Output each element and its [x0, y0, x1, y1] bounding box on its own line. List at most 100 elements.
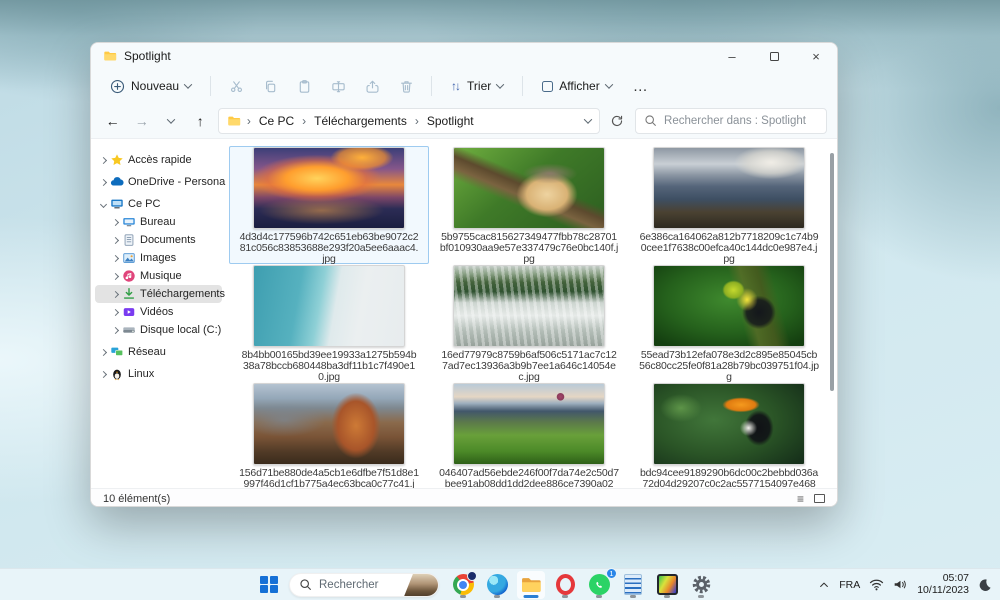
sidebar-item-telechargements[interactable]: Téléchargements — [95, 285, 222, 303]
desktop-icon — [122, 215, 136, 229]
rename-button[interactable] — [323, 73, 353, 99]
sidebar-item-videos[interactable]: Vidéos — [95, 303, 222, 321]
trash-icon — [399, 79, 414, 94]
sidebar-item-images[interactable]: Images — [95, 249, 222, 267]
sidebar-item-label: Disque local (C:) — [140, 324, 221, 336]
chevron-right-icon — [100, 370, 107, 377]
file-item[interactable]: 6e386ca164062a812b7718209c1c74b90cee1f76… — [629, 146, 829, 264]
file-thumbnail-monkey — [453, 147, 605, 229]
item-count: 10 élément(s) — [103, 493, 170, 505]
sidebar-item-acces-rapide[interactable]: Accès rapide — [95, 151, 222, 169]
refresh-icon — [610, 114, 624, 128]
recent-locations-button[interactable] — [159, 109, 182, 133]
file-item[interactable]: bdc94cee9189290b6dc00c2bebbd036a72d04d29… — [629, 382, 829, 488]
chevron-down-icon — [604, 80, 612, 88]
do-not-disturb-moon-icon[interactable] — [978, 578, 992, 592]
more-options-button[interactable]: … — [625, 78, 657, 95]
file-item[interactable]: 156d71be880de4a5cb1e6dfbe7f51d8e1997f46d… — [229, 382, 429, 488]
file-explorer-icon — [520, 574, 542, 596]
file-item[interactable]: 5b9755cac815627349477fbb78c28701bf010930… — [429, 146, 629, 264]
taskbar-chrome[interactable] — [449, 571, 477, 599]
sidebar-item-disque-local[interactable]: Disque local (C:) — [95, 321, 222, 339]
sidebar-item-label: OneDrive - Personal — [128, 176, 226, 188]
paste-button[interactable] — [289, 73, 319, 99]
folder-icon — [227, 114, 241, 128]
taskbar-opera[interactable] — [551, 571, 579, 599]
chevron-right-icon — [112, 218, 119, 225]
back-button[interactable]: ← — [101, 109, 124, 133]
minimize-button[interactable]: – — [711, 43, 753, 69]
edge-icon — [487, 574, 508, 595]
address-dropdown-chevron-icon[interactable] — [584, 115, 592, 123]
share-button[interactable] — [357, 73, 387, 99]
view-button[interactable]: Afficher — [533, 74, 620, 98]
chevron-right-icon — [100, 348, 107, 355]
sidebar-item-label: Téléchargements — [140, 288, 225, 300]
running-indicator — [596, 595, 602, 598]
cut-button[interactable] — [221, 73, 251, 99]
file-item[interactable]: 16ed77979c8759b6af506c5171ac7c127ad7ec13… — [429, 264, 629, 382]
divider — [431, 76, 432, 96]
search-box[interactable] — [635, 108, 827, 134]
hidden-icons-chevron-icon[interactable] — [818, 579, 830, 591]
language-indicator[interactable]: FRA — [839, 579, 860, 591]
large-icons-view-button[interactable] — [814, 494, 825, 503]
download-icon — [122, 287, 136, 301]
search-input[interactable] — [664, 115, 818, 127]
up-button[interactable]: ↑ — [189, 109, 212, 133]
sort-button[interactable]: ↑↓ Trier — [442, 74, 512, 98]
breadcrumb-item-spotlight[interactable]: Spotlight — [425, 112, 476, 130]
clock[interactable]: 05:07 10/11/2023 — [917, 573, 969, 596]
taskbar-file-explorer[interactable] — [517, 571, 545, 599]
refresh-button[interactable] — [606, 109, 629, 133]
wifi-icon[interactable] — [869, 578, 884, 591]
plus-circle-icon — [110, 79, 125, 94]
file-item[interactable]: 8b4bb00165bd39ee19933a1275b594b38a78bccb… — [229, 264, 429, 382]
delete-button[interactable] — [391, 73, 421, 99]
running-indicator — [494, 595, 500, 598]
computer-icon — [110, 197, 124, 211]
taskbar-whatsapp[interactable]: 1 — [585, 571, 613, 599]
sidebar-item-label: Linux — [128, 368, 154, 380]
vertical-scrollbar[interactable] — [830, 153, 834, 391]
close-button[interactable]: × — [795, 43, 837, 69]
sidebar-item-documents[interactable]: Documents — [95, 231, 222, 249]
file-thumbnail-mountains — [653, 147, 805, 229]
sidebar-item-bureau[interactable]: Bureau — [95, 213, 222, 231]
view-button-label: Afficher — [559, 79, 599, 93]
sidebar-item-onedrive[interactable]: OneDrive - Personal — [95, 173, 222, 191]
clock-date: 10/11/2023 — [917, 585, 969, 597]
gear-icon — [691, 574, 712, 595]
breadcrumb-item-telechargements[interactable]: Téléchargements — [312, 112, 409, 130]
forward-button[interactable]: → — [130, 109, 153, 133]
file-item[interactable]: 4d3d4c177596b742c651eb63be9072c281c056c8… — [229, 146, 429, 264]
taskbar-search[interactable]: Rechercher — [289, 573, 439, 597]
opera-icon — [556, 574, 575, 595]
sidebar-item-ce-pc[interactable]: Ce PC — [95, 195, 222, 213]
breadcrumb-item-ce-pc[interactable]: Ce PC — [257, 112, 296, 130]
start-button[interactable] — [255, 571, 283, 599]
breadcrumb-separator: › — [247, 114, 251, 128]
copy-button[interactable] — [255, 73, 285, 99]
details-view-button[interactable]: ≡ — [797, 492, 804, 506]
sidebar-item-linux[interactable]: Linux — [95, 365, 222, 383]
taskbar-edge[interactable] — [483, 571, 511, 599]
taskbar-notepad[interactable] — [619, 571, 647, 599]
title-bar[interactable]: Spotlight – × — [91, 43, 837, 69]
maximize-button[interactable] — [753, 43, 795, 69]
sidebar-item-reseau[interactable]: Réseau — [95, 343, 222, 361]
taskbar-media-app[interactable] — [653, 571, 681, 599]
file-name: 16ed77979c8759b6af506c5171ac7c127ad7ec13… — [439, 350, 619, 383]
breadcrumb-separator: › — [415, 114, 419, 128]
taskbar-settings[interactable] — [687, 571, 715, 599]
address-bar: ← → ↑ › Ce PC › Téléchargements › Spotli… — [91, 103, 837, 139]
command-bar: Nouveau ↑↓ Trier Afficher … — [91, 69, 837, 103]
breadcrumb[interactable]: › Ce PC › Téléchargements › Spotlight — [218, 108, 600, 134]
new-button-label: Nouveau — [131, 79, 179, 93]
volume-icon[interactable] — [893, 578, 908, 591]
explorer-body: Accès rapide OneDrive - Personal Ce PC B… — [91, 139, 837, 488]
file-item[interactable]: 55ead73b12efa078e3d2c895e85045cb56c80cc2… — [629, 264, 829, 382]
new-button[interactable]: Nouveau — [101, 74, 200, 99]
file-item[interactable]: 046407ad56ebde246f00f7da74e2c50d7bee91ab… — [429, 382, 629, 488]
sidebar-item-musique[interactable]: Musique — [95, 267, 222, 285]
